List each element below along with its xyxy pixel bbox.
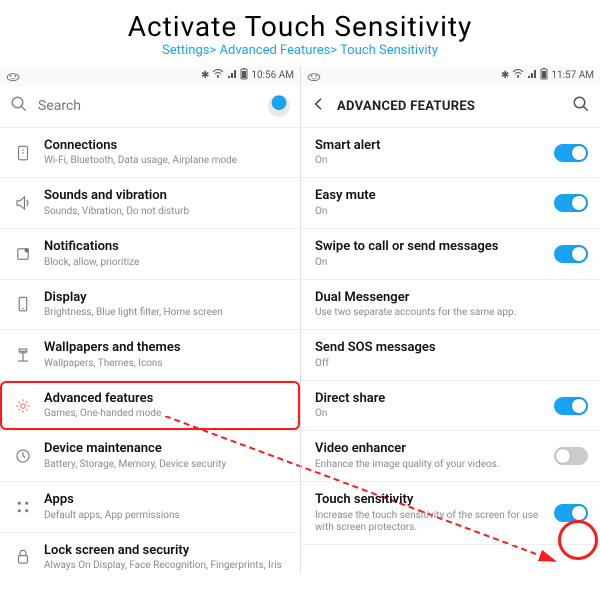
feature-item[interactable]: Smart alert On [301, 128, 600, 179]
item-title: Apps [44, 492, 286, 508]
item-subtitle: On [315, 408, 548, 420]
item-subtitle: Increase the touch sensitivity of the sc… [315, 510, 548, 534]
page-title: Activate Touch Sensitivity [0, 0, 600, 43]
settings-item-maint[interactable]: Device maintenance Battery, Storage, Mem… [0, 431, 300, 482]
search-input[interactable] [38, 98, 258, 114]
item-title: Easy mute [315, 188, 548, 204]
battery-icon [240, 68, 248, 83]
avatar[interactable] [268, 95, 290, 117]
item-subtitle: On [315, 257, 548, 269]
settings-item-notif[interactable]: Notifications Block, allow, prioritize [0, 229, 300, 280]
item-subtitle: Brightness, Blue light filter, Home scre… [44, 307, 286, 319]
item-title: Device maintenance [44, 441, 286, 457]
settings-item-network[interactable]: Connections Wi-Fi, Bluetooth, Data usage… [0, 128, 300, 179]
item-subtitle: Use two separate accounts for the same a… [315, 307, 586, 319]
settings-list: Connections Wi-Fi, Bluetooth, Data usage… [0, 128, 300, 572]
settings-item-apps[interactable]: Apps Default apps, App permissions [0, 482, 300, 533]
toggle-switch[interactable] [554, 194, 588, 212]
item-subtitle: Default apps, App permissions [44, 510, 286, 522]
back-icon[interactable] [311, 96, 327, 116]
reddit-icon [307, 71, 321, 81]
toggle-switch[interactable] [554, 447, 588, 465]
adv-icon [8, 397, 38, 415]
header-bar: ADVANCED FEATURES [301, 86, 600, 128]
search-icon[interactable] [572, 95, 590, 117]
status-bar: ✱ 10:56 AM [0, 66, 300, 86]
item-title: Touch sensitivity [315, 492, 548, 508]
item-subtitle: Enhance the image quality of your videos… [315, 459, 548, 471]
wifi-icon [212, 69, 224, 82]
item-title: Smart alert [315, 138, 548, 154]
settings-item-wall[interactable]: Wallpapers and themes Wallpapers, Themes… [0, 330, 300, 381]
battery-icon [540, 68, 548, 83]
wall-icon [8, 346, 38, 364]
item-subtitle: Off [315, 358, 586, 370]
item-title: Swipe to call or send messages [315, 239, 548, 255]
item-subtitle: On [315, 155, 548, 167]
item-title: Notifications [44, 239, 286, 255]
settings-item-lock[interactable]: Lock screen and security Always On Displ… [0, 533, 300, 572]
toggle-switch[interactable] [554, 144, 588, 162]
item-subtitle: Always On Display, Face Recognition, Fin… [44, 560, 286, 572]
status-time: 11:57 AM [551, 70, 594, 81]
signal-icon [527, 69, 537, 82]
panel-settings: ✱ 10:56 AM Connec [0, 66, 300, 572]
lock-icon [8, 548, 38, 566]
item-title: Send SOS messages [315, 340, 586, 356]
maint-icon [8, 447, 38, 465]
feature-item[interactable]: Touch sensitivity Increase the touch sen… [301, 482, 600, 545]
status-time: 10:56 AM [251, 70, 294, 81]
item-subtitle: Sounds, Vibration, Do not disturb [44, 206, 286, 218]
network-icon [8, 144, 38, 162]
item-subtitle: On [315, 206, 548, 218]
item-title: Display [44, 290, 286, 306]
item-title: Sounds and vibration [44, 188, 286, 204]
feature-item[interactable]: Direct share On [301, 381, 600, 432]
breadcrumb: Settings> Advanced Features> Touch Sensi… [0, 43, 600, 66]
settings-item-adv[interactable]: Advanced features Games, One-handed mode [0, 381, 300, 432]
feature-item[interactable]: Dual Messenger Use two separate accounts… [301, 280, 600, 331]
display-icon [8, 295, 38, 313]
panel-advanced-features: ✱ 11:57 AM ADVANCED FEATURES Smart alert… [300, 66, 600, 572]
item-subtitle: Battery, Storage, Memory, Device securit… [44, 459, 286, 471]
item-subtitle: Wallpapers, Themes, Icons [44, 358, 286, 370]
item-title: Connections [44, 138, 286, 154]
search-bar [0, 86, 300, 128]
wifi-icon [512, 69, 524, 82]
feature-item[interactable]: Swipe to call or send messages On [301, 229, 600, 280]
feature-item[interactable]: Easy mute On [301, 178, 600, 229]
search-icon[interactable] [10, 95, 28, 117]
settings-item-display[interactable]: Display Brightness, Blue light filter, H… [0, 280, 300, 331]
item-subtitle: Games, One-handed mode [44, 408, 286, 420]
bluetooth-icon: ✱ [501, 70, 509, 81]
item-title: Lock screen and security [44, 543, 286, 559]
item-subtitle: Wi-Fi, Bluetooth, Data usage, Airplane m… [44, 155, 286, 167]
bluetooth-icon: ✱ [201, 70, 209, 81]
item-title: Advanced features [44, 391, 286, 407]
item-title: Dual Messenger [315, 290, 586, 306]
item-title: Video enhancer [315, 441, 548, 457]
feature-item[interactable]: Video enhancer Enhance the image quality… [301, 431, 600, 482]
feature-item[interactable]: Send SOS messages Off [301, 330, 600, 381]
toggle-switch[interactable] [554, 245, 588, 263]
sound-icon [8, 194, 38, 212]
status-bar: ✱ 11:57 AM [301, 66, 600, 86]
toggle-switch[interactable] [554, 504, 588, 522]
item-subtitle: Block, allow, prioritize [44, 257, 286, 269]
item-title: Direct share [315, 391, 548, 407]
features-list: Smart alert On Easy mute On Swipe to cal… [301, 128, 600, 572]
toggle-switch[interactable] [554, 397, 588, 415]
notif-icon [8, 245, 38, 263]
apps-icon [8, 498, 38, 516]
reddit-icon [6, 71, 20, 81]
signal-icon [227, 69, 237, 82]
header-title: ADVANCED FEATURES [337, 99, 562, 114]
settings-item-sound[interactable]: Sounds and vibration Sounds, Vibration, … [0, 178, 300, 229]
item-title: Wallpapers and themes [44, 340, 286, 356]
